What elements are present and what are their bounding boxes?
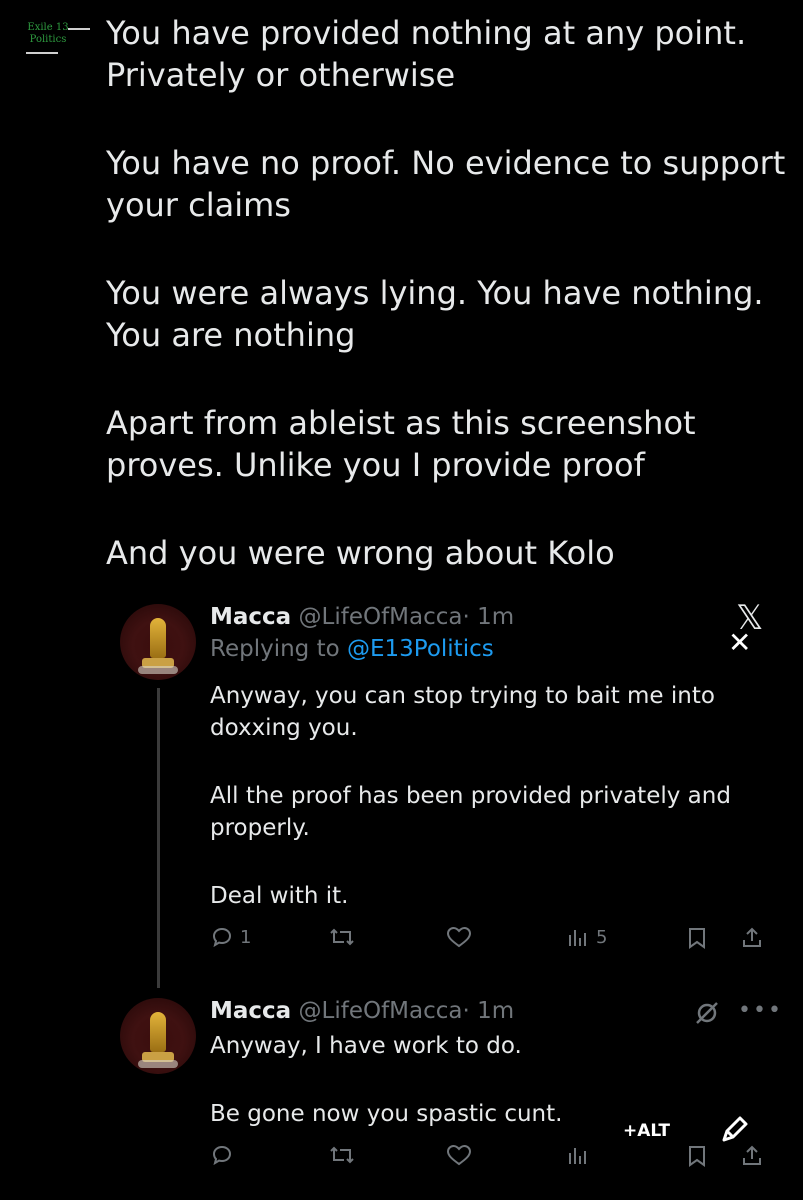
like-button[interactable]	[446, 1144, 472, 1166]
edit-pen-icon[interactable]	[718, 1112, 752, 1150]
tweet-actions	[210, 1144, 770, 1174]
author-handle[interactable]: @LifeOfMacca	[299, 998, 463, 1024]
bookmark-icon	[689, 1146, 705, 1167]
main-paragraph: You were always lying. You have nothing.…	[106, 274, 764, 354]
repost-button[interactable]	[328, 1144, 356, 1166]
views-count: 5	[596, 926, 608, 948]
trophy-plinth	[138, 1060, 178, 1068]
views-button[interactable]: 5	[566, 926, 607, 948]
author-handle[interactable]: @LifeOfMacca	[299, 604, 463, 630]
close-icon[interactable]: ✕	[728, 626, 751, 659]
repost-button[interactable]	[328, 926, 356, 948]
main-paragraph: You have no proof. No evidence to suppor…	[106, 144, 786, 224]
grok-icon[interactable]	[693, 999, 721, 1031]
timestamp[interactable]: · 1m	[463, 604, 515, 630]
main-paragraph: You have provided nothing at any point. …	[106, 14, 747, 94]
tweet-header: Macca @LifeOfMacca· 1m	[210, 604, 514, 630]
tweet-header: Macca @LifeOfMacca· 1m	[210, 998, 514, 1024]
trophy-image	[150, 1012, 166, 1052]
main-paragraph: And you were wrong about Kolo	[106, 534, 615, 572]
logo-rule-bottom	[26, 52, 58, 54]
replying-to-handle[interactable]: @E13Politics	[347, 636, 494, 662]
reply-button[interactable]	[210, 1144, 234, 1166]
more-icon[interactable]: •••	[738, 998, 783, 1023]
heart-icon	[446, 926, 472, 948]
trophy-image	[150, 618, 166, 658]
quoted-tweet[interactable]: Macca @LifeOfMacca· 1m Anyway, I have wo…	[120, 998, 780, 1198]
reply-count: 1	[240, 926, 252, 948]
tweet-body: Anyway, you can stop trying to bait me i…	[210, 680, 750, 948]
repost-icon	[330, 1146, 354, 1164]
timestamp[interactable]: · 1m	[463, 998, 515, 1024]
bookmark-icon	[689, 928, 705, 949]
views-icon	[569, 1148, 586, 1164]
tweet-paragraph: Anyway, you can stop trying to bait me i…	[210, 683, 715, 741]
tweet-actions: 1 5	[210, 926, 770, 956]
tweet-paragraph: All the proof has been provided privatel…	[210, 783, 731, 841]
bookmark-button[interactable]	[686, 1144, 708, 1168]
share-icon	[743, 927, 761, 947]
views-button[interactable]	[566, 1144, 590, 1166]
watermark-line-2: Politics	[29, 34, 67, 45]
replying-to: Replying to @E13Politics	[210, 636, 494, 662]
share-button[interactable]	[740, 926, 764, 950]
main-paragraph: Apart from ableist as this screenshot pr…	[106, 404, 696, 484]
reply-button[interactable]: 1	[210, 926, 251, 948]
trophy-plinth	[138, 666, 178, 674]
author-name[interactable]: Macca	[210, 998, 291, 1024]
tweet-paragraph: Anyway, I have work to do.	[210, 1033, 522, 1059]
quoted-tweet[interactable]: Macca @LifeOfMacca· 1m Replying to @E13P…	[120, 604, 780, 964]
alt-text-button[interactable]: +ALT	[623, 1121, 670, 1141]
author-name[interactable]: Macca	[210, 604, 291, 630]
watermark-logo: Exile 13 Politics	[18, 22, 90, 54]
reply-icon	[212, 927, 232, 948]
tweet-paragraph: Deal with it.	[210, 883, 349, 909]
logo-rule-top	[68, 28, 90, 30]
repost-icon	[330, 928, 354, 946]
avatar[interactable]	[120, 998, 196, 1074]
avatar[interactable]	[120, 604, 196, 680]
heart-icon	[446, 1144, 472, 1166]
bookmark-button[interactable]	[686, 926, 708, 950]
reply-icon	[212, 1145, 232, 1166]
replying-to-prefix: Replying to	[210, 636, 347, 662]
views-icon	[569, 930, 586, 946]
like-button[interactable]	[446, 926, 472, 948]
main-tweet-text: You have provided nothing at any point. …	[106, 12, 796, 620]
